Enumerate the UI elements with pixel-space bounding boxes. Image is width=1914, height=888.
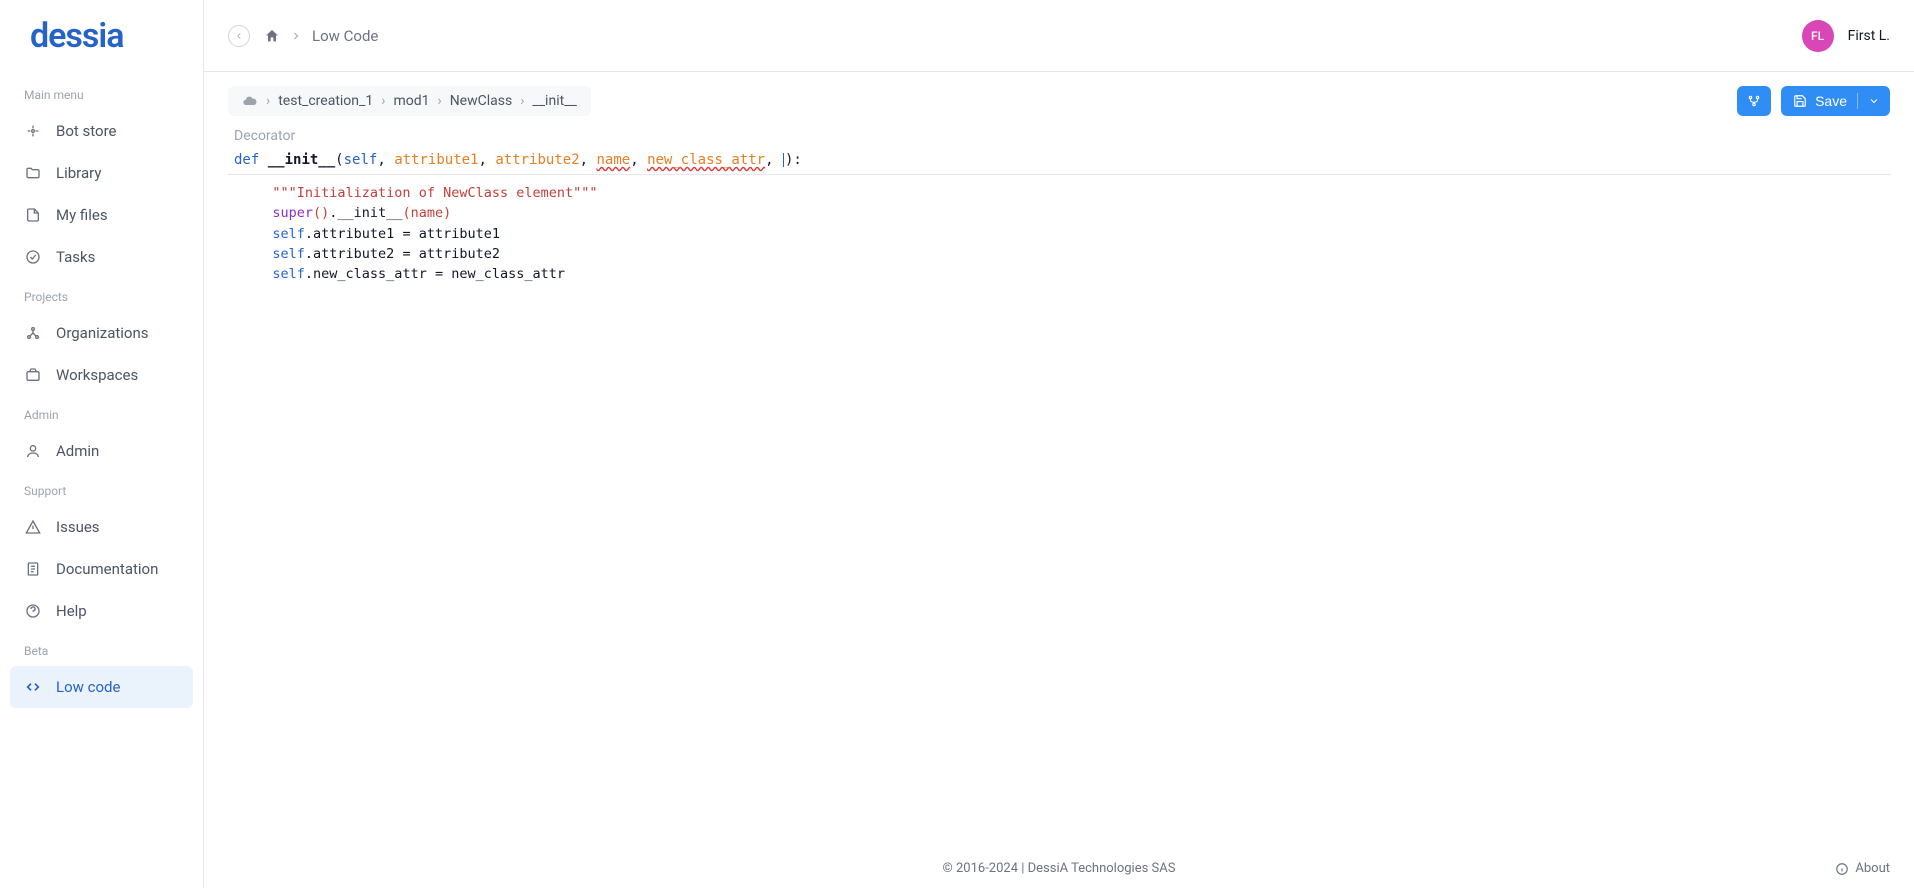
function-signature[interactable]: def __init__(self, attribute1, attribute… [228,148,1890,175]
code-token: self [272,226,305,242]
sidebar-item-organizations[interactable]: Organizations [0,312,203,354]
breadcrumb-item[interactable]: mod1 [393,93,429,109]
avatar[interactable]: FL [1802,20,1834,52]
help-icon [24,602,42,620]
logo-text: dessia [30,16,124,56]
footer: © 2016-2024 | DessiA Technologies SAS Ab… [204,849,1914,888]
logo: dessia [0,16,203,76]
fork-icon [1747,94,1761,108]
code-docstring: """Initialization of NewClass element""" [272,185,597,201]
code-token: (name) [402,205,451,221]
sidebar-item-label: Issues [56,518,100,536]
chevron-right-icon: › [520,93,524,109]
document-icon [24,560,42,578]
code-token: .attribute1 = attribute1 [305,226,500,242]
chevron-down-icon [1868,95,1880,107]
sidebar-item-label: Tasks [56,248,95,266]
file-icon [24,206,42,224]
chevron-right-icon: › [381,93,385,109]
arg: attribute2 [495,152,579,168]
arg: attribute1 [394,152,478,168]
sidebar: dessia Main menu Bot store Library My fi… [0,0,204,888]
arg-warn: name [597,152,631,168]
code-token: .new_class_attr = new_class_attr [305,266,565,282]
sidebar-item-label: Help [56,602,87,620]
code-token: .attribute2 = attribute2 [305,246,500,262]
sidebar-item-workspaces[interactable]: Workspaces [0,354,203,396]
info-icon [1835,862,1849,876]
breadcrumb-item[interactable]: NewClass [450,93,513,109]
sidebar-section-main: Main menu [0,76,203,110]
save-button[interactable]: Save [1781,86,1890,116]
sidebar-item-help[interactable]: Help [0,590,203,632]
sidebar-item-label: My files [56,206,108,224]
code-token: .__init__ [329,205,402,221]
cloud-icon [242,93,258,109]
code-token: self [272,266,305,282]
header: Low Code FL First L. [204,0,1914,72]
sidebar-item-low-code[interactable]: Low code [10,666,193,708]
code-icon [24,678,42,696]
username: First L. [1848,28,1890,44]
editor: Decorator def __init__(self, attribute1,… [204,116,1914,849]
check-circle-icon [24,248,42,266]
sidebar-item-admin[interactable]: Admin [0,430,203,472]
sidebar-item-documentation[interactable]: Documentation [0,548,203,590]
sidebar-section-admin: Admin [0,396,203,430]
sidebar-item-my-files[interactable]: My files [0,194,203,236]
chevron-right-icon: › [266,93,270,109]
path-breadcrumb: › test_creation_1 › mod1 › NewClass › __… [228,86,591,116]
breadcrumb-item[interactable]: test_creation_1 [278,93,373,109]
breadcrumb-item[interactable]: __init__ [532,93,576,109]
decorator-label: Decorator [228,124,1890,148]
about-link[interactable]: About [1835,861,1890,876]
bot-icon [24,122,42,140]
breadcrumb-current: Low Code [312,27,378,45]
briefcase-icon [24,366,42,384]
keyword-def: def [234,152,259,168]
code-token: super [272,205,313,221]
sidebar-item-issues[interactable]: Issues [0,506,203,548]
toolbar: › test_creation_1 › mod1 › NewClass › __… [204,72,1914,116]
code-editor[interactable]: """Initialization of NewClass element"""… [228,175,1890,849]
home-icon[interactable] [264,28,280,44]
arg-warn: new_class_attr [647,152,765,168]
about-label: About [1855,861,1890,876]
warning-icon [24,518,42,536]
sidebar-item-tasks[interactable]: Tasks [0,236,203,278]
save-icon [1793,94,1807,108]
sidebar-item-label: Documentation [56,560,158,578]
sidebar-item-label: Organizations [56,324,149,342]
chevron-right-icon: › [437,93,441,109]
user-icon [24,442,42,460]
code-token: self [272,246,305,262]
sidebar-item-label: Low code [56,678,120,696]
back-button[interactable] [228,25,250,47]
sidebar-item-label: Bot store [56,122,116,140]
header-breadcrumb: Low Code [264,27,378,45]
sidebar-section-support: Support [0,472,203,506]
avatar-initials: FL [1811,29,1824,43]
function-name: __init__ [268,152,335,168]
sidebar-item-label: Library [56,164,101,182]
sidebar-item-label: Admin [56,442,99,460]
organization-icon [24,324,42,342]
sidebar-section-beta: Beta [0,632,203,666]
sidebar-item-label: Workspaces [56,366,138,384]
footer-copyright: © 2016-2024 | DessiA Technologies SAS [943,861,1176,876]
text-cursor [783,153,784,167]
fork-button[interactable] [1737,86,1771,116]
arg-self: self [344,152,378,168]
save-button-label: Save [1815,93,1847,109]
sidebar-section-projects: Projects [0,278,203,312]
sidebar-item-bot-store[interactable]: Bot store [0,110,203,152]
sidebar-item-library[interactable]: Library [0,152,203,194]
folder-icon [24,164,42,182]
chevron-right-icon [290,30,302,42]
